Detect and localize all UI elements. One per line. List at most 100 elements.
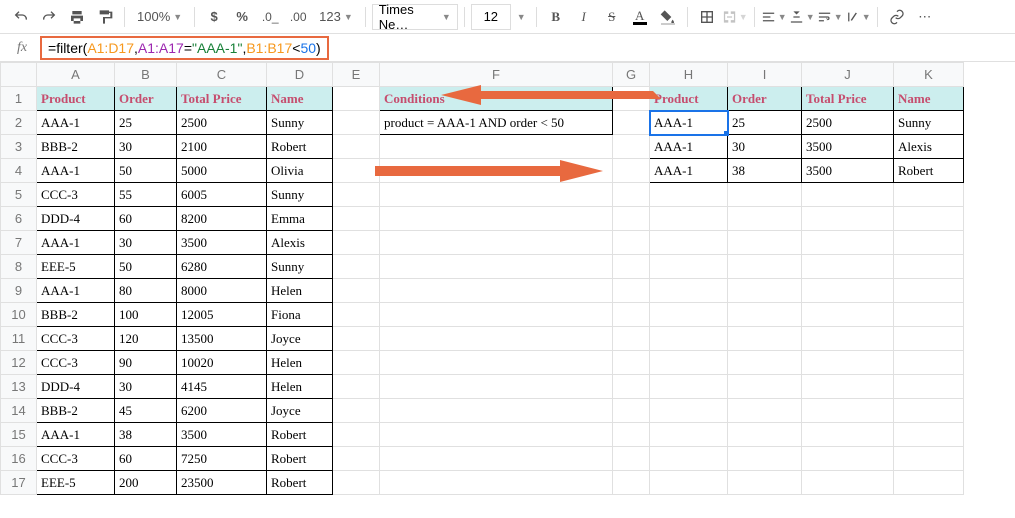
cell[interactable]: 38 [115, 423, 177, 447]
cell[interactable]: Robert [267, 135, 333, 159]
cell[interactable] [894, 351, 964, 375]
cell[interactable]: 90 [115, 351, 177, 375]
cell[interactable]: Total Price [802, 87, 894, 111]
wrap-button[interactable]: ▼ [817, 4, 843, 30]
row-header[interactable]: 3 [1, 135, 37, 159]
row-header[interactable]: 1 [1, 87, 37, 111]
cell[interactable]: Helen [267, 351, 333, 375]
cell[interactable] [613, 207, 650, 231]
cell[interactable] [894, 207, 964, 231]
cell[interactable]: 8200 [177, 207, 267, 231]
cell[interactable]: 60 [115, 207, 177, 231]
cell[interactable] [380, 231, 613, 255]
row-header[interactable]: 5 [1, 183, 37, 207]
row-header[interactable]: 6 [1, 207, 37, 231]
cell[interactable] [380, 351, 613, 375]
cell[interactable] [613, 351, 650, 375]
font-select[interactable]: Times Ne…▼ [372, 4, 458, 30]
cell[interactable]: 200 [115, 471, 177, 495]
cell[interactable] [728, 351, 802, 375]
cell[interactable] [894, 279, 964, 303]
cell[interactable] [380, 255, 613, 279]
cell[interactable] [728, 279, 802, 303]
cell[interactable]: AAA-1 [650, 111, 728, 135]
cell[interactable] [380, 207, 613, 231]
cell[interactable]: 60 [115, 447, 177, 471]
cell[interactable] [333, 87, 380, 111]
cell[interactable]: Olivia [267, 159, 333, 183]
strikethrough-button[interactable]: S [599, 4, 625, 30]
cell[interactable]: 2100 [177, 135, 267, 159]
cell[interactable] [650, 351, 728, 375]
cell[interactable]: AAA-1 [37, 423, 115, 447]
cell[interactable] [613, 399, 650, 423]
formula-input[interactable]: =filter(A1:D17,A1:A17="AAA-1",B1:B17<50) [40, 36, 329, 60]
cell[interactable] [802, 327, 894, 351]
link-button[interactable] [884, 4, 910, 30]
valign-button[interactable]: ▼ [789, 4, 815, 30]
cell[interactable]: Sunny [267, 111, 333, 135]
cell[interactable]: 6005 [177, 183, 267, 207]
col-header[interactable]: E [333, 63, 380, 87]
cell[interactable]: Sunny [267, 183, 333, 207]
cell[interactable] [650, 423, 728, 447]
col-header[interactable]: D [267, 63, 333, 87]
cell[interactable]: 30 [115, 135, 177, 159]
cell[interactable]: AAA-1 [37, 159, 115, 183]
cell[interactable]: 25 [115, 111, 177, 135]
row-header[interactable]: 12 [1, 351, 37, 375]
cell[interactable] [613, 375, 650, 399]
cell[interactable] [802, 351, 894, 375]
cell[interactable]: CCC-3 [37, 447, 115, 471]
cell[interactable] [380, 375, 613, 399]
row-header[interactable]: 10 [1, 303, 37, 327]
cell[interactable]: DDD-4 [37, 207, 115, 231]
borders-button[interactable] [694, 4, 720, 30]
col-header[interactable]: K [894, 63, 964, 87]
cell[interactable]: 6280 [177, 255, 267, 279]
cell[interactable]: BBB-2 [37, 303, 115, 327]
text-color-button[interactable]: A [627, 4, 653, 30]
cell[interactable] [613, 183, 650, 207]
cell[interactable]: Sunny [894, 111, 964, 135]
cell[interactable] [333, 375, 380, 399]
bold-button[interactable]: B [543, 4, 569, 30]
cell[interactable]: 100 [115, 303, 177, 327]
cell[interactable] [333, 399, 380, 423]
cell[interactable] [650, 447, 728, 471]
cell[interactable]: AAA-1 [650, 135, 728, 159]
cell[interactable]: Order [115, 87, 177, 111]
cell[interactable] [613, 255, 650, 279]
col-header[interactable]: J [802, 63, 894, 87]
cell[interactable] [613, 135, 650, 159]
cell[interactable]: 30 [115, 231, 177, 255]
cell[interactable] [728, 207, 802, 231]
font-size-select[interactable]: 12 [471, 4, 511, 30]
cell[interactable]: 30 [115, 375, 177, 399]
cell[interactable] [650, 399, 728, 423]
cell[interactable] [650, 279, 728, 303]
cell[interactable] [894, 375, 964, 399]
cell[interactable] [650, 255, 728, 279]
col-header[interactable]: I [728, 63, 802, 87]
cell[interactable] [380, 327, 613, 351]
cell[interactable]: AAA-1 [37, 111, 115, 135]
cell[interactable] [613, 111, 650, 135]
cell[interactable]: Product [650, 87, 728, 111]
cell[interactable]: 120 [115, 327, 177, 351]
cell[interactable] [333, 351, 380, 375]
cell[interactable] [380, 471, 613, 495]
redo-button[interactable] [36, 4, 62, 30]
row-header[interactable]: 7 [1, 231, 37, 255]
row-header[interactable]: 8 [1, 255, 37, 279]
cell[interactable]: AAA-1 [650, 159, 728, 183]
cell[interactable]: AAA-1 [37, 279, 115, 303]
cell[interactable] [613, 231, 650, 255]
cell[interactable] [333, 279, 380, 303]
cell[interactable] [613, 327, 650, 351]
more-button[interactable]: ⋯ [912, 4, 938, 30]
row-header[interactable]: 17 [1, 471, 37, 495]
cell[interactable]: Joyce [267, 327, 333, 351]
cell[interactable] [728, 375, 802, 399]
col-header[interactable]: A [37, 63, 115, 87]
